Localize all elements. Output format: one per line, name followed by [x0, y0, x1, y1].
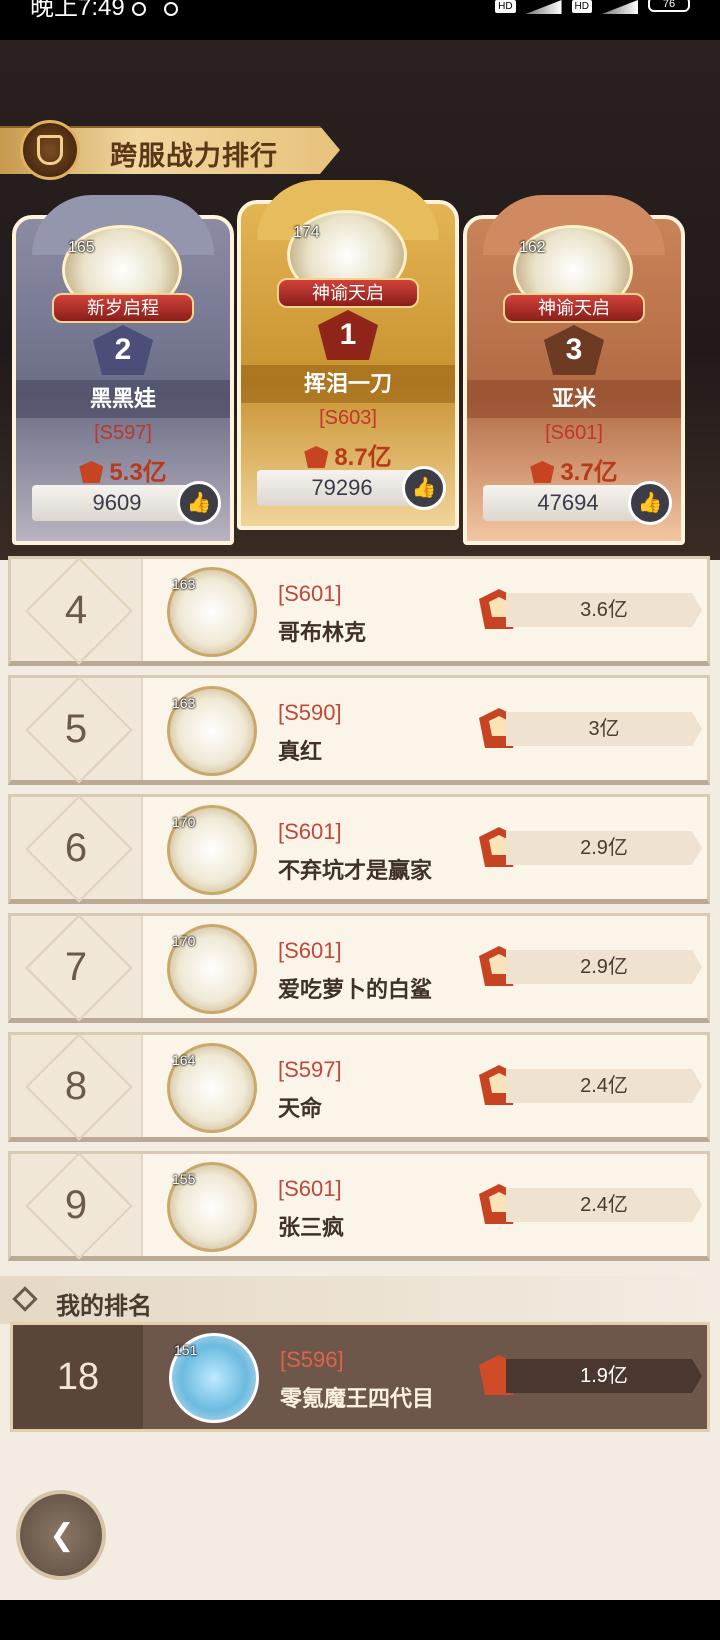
status-time: 晚上7:49: [30, 0, 125, 20]
level-badge: 170: [172, 933, 196, 949]
ranking-row[interactable]: 8 164 [S597] 天命 2.4亿: [8, 1032, 710, 1142]
power-value: 2.4亿: [506, 1069, 702, 1103]
avatar[interactable]: 170: [167, 805, 257, 895]
rank-number: 9: [11, 1154, 143, 1256]
avatar[interactable]: 163: [167, 686, 257, 776]
ranking-row[interactable]: 9 155 [S601] 张三疯 2.4亿: [8, 1151, 710, 1261]
status-bar: 晚上7:49 HD HD 76: [0, 0, 720, 40]
rank-number: 4: [11, 559, 143, 661]
ranking-row[interactable]: 5 163 [S590] 真红 3亿: [8, 675, 710, 785]
my-rank-label: 我的排名: [56, 1293, 152, 1320]
podium-rank-2[interactable]: 165 新岁启程 2 黑黑娃 [S597] 5.3亿 9609 👍: [12, 195, 234, 550]
back-button[interactable]: ❮: [16, 1490, 106, 1580]
rank-number: 18: [13, 1325, 143, 1429]
server-tag: [S603]: [319, 407, 377, 429]
power-value: 2.4亿: [506, 1188, 702, 1222]
player-name: 挥泪一刀: [241, 365, 455, 403]
thumbs-up-icon[interactable]: 👍: [402, 466, 446, 510]
power-value: 2.9亿: [506, 831, 702, 865]
podium-rank-3[interactable]: 162 神谕天启 3 亚米 [S601] 3.7亿 47694 👍: [463, 195, 685, 550]
power-value: 1.9亿: [506, 1359, 702, 1393]
ranking-row[interactable]: 4 163 [S601] 哥布林克 3.6亿: [8, 556, 710, 666]
server-tag: [S601]: [278, 581, 342, 606]
player-name: 哥布林克: [278, 620, 367, 645]
app-notification-icon: [132, 2, 146, 16]
thumbs-up-icon[interactable]: 👍: [177, 481, 221, 525]
server-tag: [S597]: [278, 1057, 342, 1082]
rank-number: 6: [11, 797, 143, 899]
ranking-list: 4 163 [S601] 哥布林克 3.6亿 5 163 [S590] 真红 3…: [8, 556, 710, 1270]
level-badge: 170: [172, 814, 196, 830]
player-name: 天命: [278, 1096, 323, 1121]
server-tag: [S590]: [278, 700, 342, 725]
level-badge: 174: [293, 224, 320, 241]
shield-badge-icon: [20, 120, 80, 180]
my-rank-row[interactable]: 18 151 [S596] 零氪魔王四代目 1.9亿: [10, 1322, 710, 1432]
back-arrow-icon: ❮: [49, 1519, 75, 1552]
rank-number: 8: [11, 1035, 143, 1137]
server-tag: [S601]: [545, 422, 603, 444]
system-nav-bar: [0, 1600, 720, 1640]
hd-badge: HD: [495, 0, 516, 13]
avatar[interactable]: 155: [167, 1162, 257, 1252]
signal-icon-2: [602, 0, 638, 14]
app-notification-icon-2: [164, 2, 178, 16]
my-rank-header: 我的排名: [0, 1276, 720, 1324]
server-tag: [S601]: [278, 819, 342, 844]
page-title: 跨服战力排行: [110, 141, 278, 171]
power-value: 3亿: [506, 712, 702, 746]
power-value: 2.9亿: [506, 950, 702, 984]
signal-icon: [525, 0, 562, 14]
server-tag: [S601]: [278, 938, 342, 963]
server-tag: [S596]: [280, 1347, 344, 1372]
hd-badge-2: HD: [571, 0, 592, 13]
title-badge: 神谕天启: [277, 278, 419, 308]
player-name: 零氪魔王四代目: [280, 1386, 435, 1411]
level-badge: 151: [174, 1342, 198, 1358]
avatar[interactable]: 164: [167, 1043, 257, 1133]
avatar[interactable]: 151: [169, 1333, 259, 1423]
player-name: 张三疯: [278, 1215, 345, 1240]
rank-number: 7: [11, 916, 143, 1018]
level-badge: 155: [172, 1171, 196, 1187]
level-badge: 164: [172, 1052, 196, 1068]
podium-rank-1[interactable]: 174 神谕天启 1 挥泪一刀 [S603] 8.7亿 79296 👍: [237, 180, 459, 535]
diamond-arrow-icon: [12, 1286, 38, 1312]
title-badge: 神谕天启: [503, 293, 645, 323]
battery-icon: 76: [648, 0, 690, 12]
rank-number: 5: [11, 678, 143, 780]
level-badge: 163: [172, 695, 196, 711]
level-badge: 163: [172, 576, 196, 592]
player-name: 爱吃萝卜的白鲨: [278, 977, 433, 1002]
power-crest-icon: [79, 461, 104, 483]
power-crest-icon: [530, 461, 555, 483]
player-name: 不弃坑才是赢家: [278, 858, 433, 883]
player-name: 真红: [278, 739, 323, 764]
server-tag: [S601]: [278, 1176, 342, 1201]
ranking-header: 跨服战力排行: [0, 120, 340, 180]
level-badge: 162: [519, 239, 546, 256]
level-badge: 165: [68, 239, 95, 256]
avatar[interactable]: 170: [167, 924, 257, 1014]
power-crest-icon: [304, 446, 329, 468]
server-tag: [S597]: [94, 422, 152, 444]
player-name: 黑黑娃: [16, 380, 230, 418]
avatar[interactable]: 163: [167, 567, 257, 657]
title-badge: 新岁启程: [52, 293, 194, 323]
ranking-row[interactable]: 7 170 [S601] 爱吃萝卜的白鲨 2.9亿: [8, 913, 710, 1023]
ranking-row[interactable]: 6 170 [S601] 不弃坑才是赢家 2.9亿: [8, 794, 710, 904]
power-value: 3.6亿: [506, 593, 702, 627]
player-name: 亚米: [467, 380, 681, 418]
thumbs-up-icon[interactable]: 👍: [628, 481, 672, 525]
